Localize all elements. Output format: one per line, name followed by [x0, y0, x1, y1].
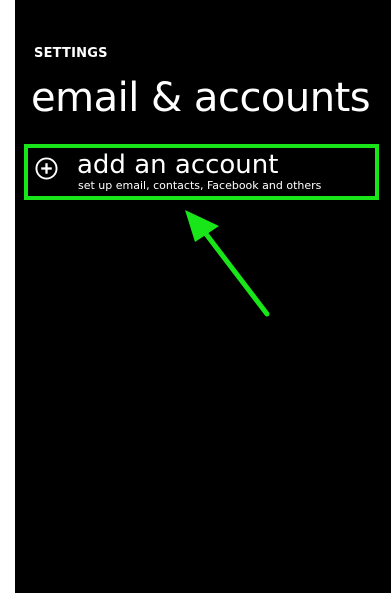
add-account-label: add an account	[77, 150, 279, 180]
phone-screen: SETTINGS email & accounts add an account…	[15, 0, 391, 593]
add-account-button[interactable]: add an account set up email, contacts, F…	[35, 148, 379, 199]
add-account-description: set up email, contacts, Facebook and oth…	[78, 179, 322, 192]
page-title: email & accounts	[31, 75, 371, 121]
pointer-arrow-icon	[185, 210, 270, 317]
plus-circle-icon	[35, 157, 58, 180]
section-label: SETTINGS	[34, 46, 108, 61]
